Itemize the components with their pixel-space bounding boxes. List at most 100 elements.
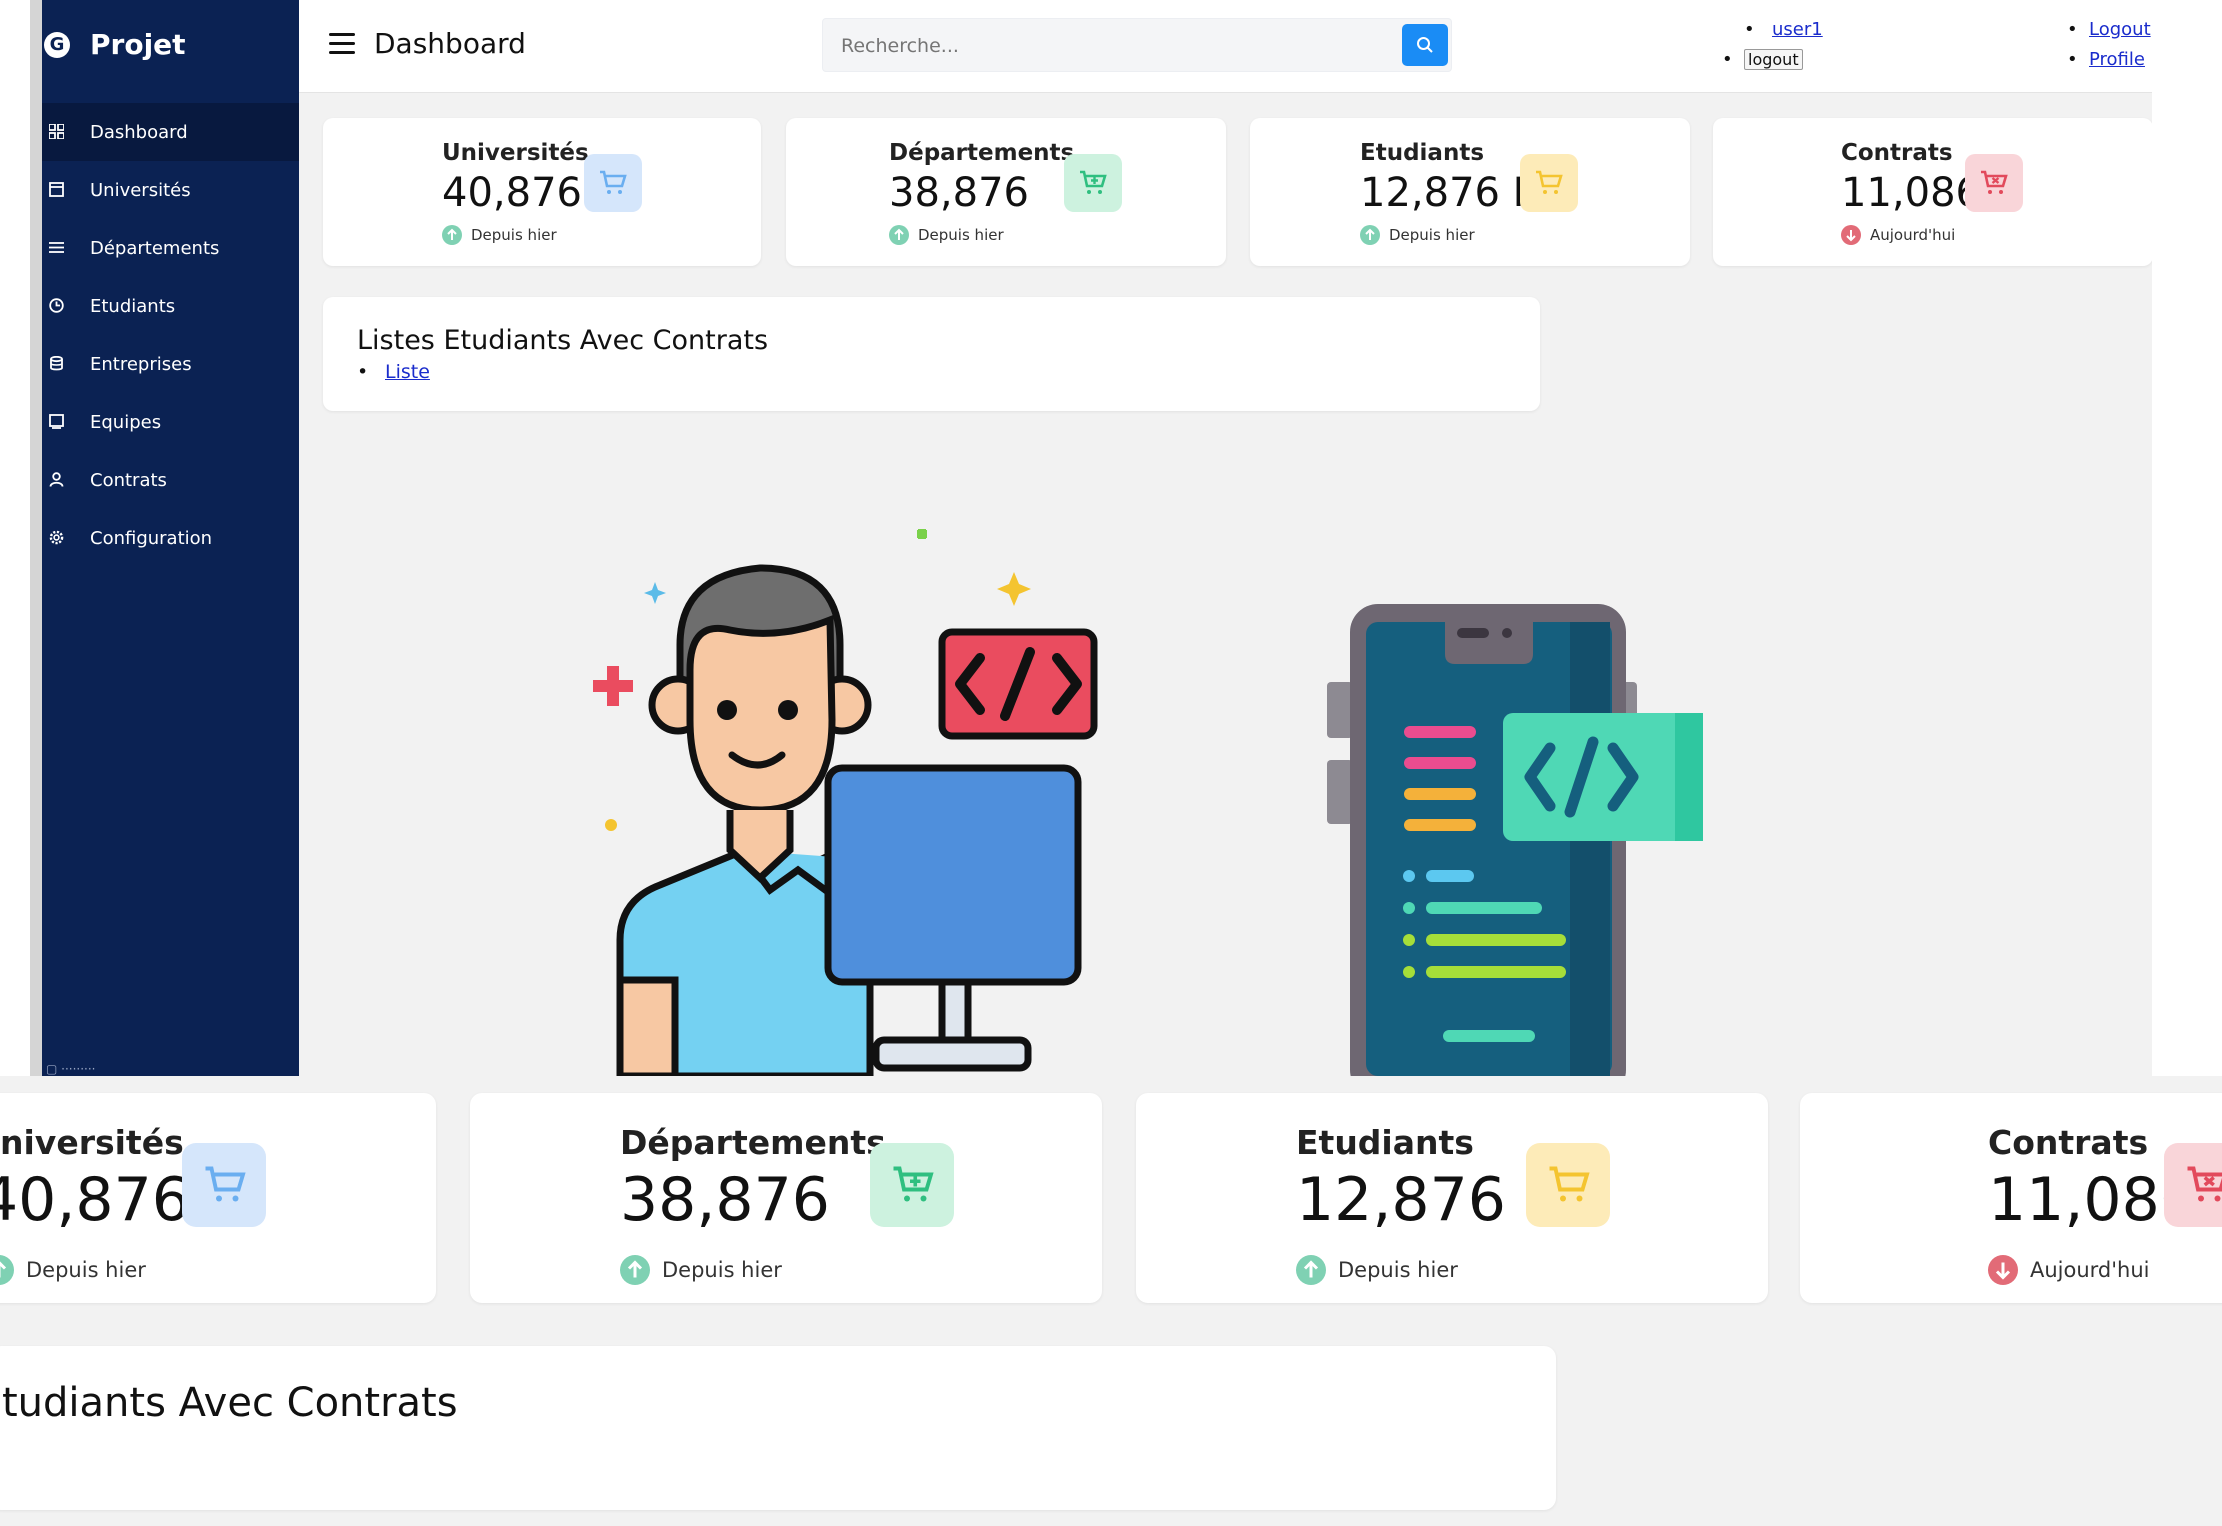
- dashboard-zoomed-view: niversités 40,876 Depuis hier Départemen…: [0, 1076, 2222, 1526]
- sidebar-nav: Dashboard Universités Départements Etudi…: [42, 103, 299, 567]
- sidebar-item-equipes[interactable]: Equipes: [42, 393, 299, 451]
- card-trend-label: Aujourd'hui: [1870, 226, 1956, 244]
- brand-logo-icon: G: [44, 32, 70, 58]
- sidebar-item-universites[interactable]: Universités: [42, 161, 299, 219]
- cart-remove-icon: [1981, 170, 2008, 194]
- cart-plus-icon: [1080, 170, 1107, 194]
- brand-name: Projet: [90, 28, 186, 61]
- cart-icon: [600, 170, 627, 194]
- database-icon: [48, 355, 64, 372]
- search-button[interactable]: [1402, 24, 1448, 66]
- sidebar-item-departements[interactable]: Départements: [42, 219, 299, 277]
- dashboard-window: G Projet Dashboard Universités Départeme…: [0, 0, 2152, 1076]
- card-title: Départements: [620, 1123, 886, 1162]
- stat-card-etudiants[interactable]: Etudiants 12,876 F Depuis hier: [1250, 118, 1690, 266]
- logout-button[interactable]: logout: [1744, 49, 1803, 70]
- card-value: 40,876: [442, 170, 582, 216]
- card-title: Contrats: [1988, 1123, 2149, 1162]
- sidebar-item-entreprises[interactable]: Entreprises: [42, 335, 299, 393]
- card-value: 38,876: [889, 170, 1029, 216]
- arrow-up-icon: [1360, 225, 1380, 245]
- stat-card-universites-zoomed[interactable]: niversités 40,876 Depuis hier: [0, 1093, 436, 1303]
- sidebar-item-dashboard[interactable]: Dashboard: [42, 103, 299, 161]
- students-contracts-panel: Listes Etudiants Avec Contrats Liste: [323, 297, 1540, 411]
- card-trend: Depuis hier: [889, 225, 1004, 245]
- list-icon: [48, 240, 64, 256]
- card-badge: [1520, 154, 1578, 212]
- account-link-item: Profile: [2067, 45, 2151, 75]
- card-trend-label: Depuis hier: [26, 1258, 146, 1282]
- username-link[interactable]: user1: [1772, 19, 1823, 40]
- mobile-code-illustration: [1327, 604, 1703, 1076]
- panel-link-item: Liste: [357, 361, 430, 383]
- card-badge: [1526, 1143, 1610, 1227]
- arrow-down-icon: [1841, 225, 1861, 245]
- stat-card-departements[interactable]: Départements 38,876 Depuis hier: [786, 118, 1226, 266]
- card-value: 12,876 F: [1360, 170, 1536, 216]
- cart-icon: [205, 1166, 246, 1202]
- building-icon: [48, 182, 64, 198]
- card-value: 12,876 F: [1296, 1165, 1560, 1235]
- developer-illustration: [593, 529, 1098, 1076]
- card-trend: Aujourd'hui: [1841, 225, 1955, 245]
- logout-link[interactable]: Logout: [2089, 19, 2151, 40]
- window-edge: [0, 0, 42, 1076]
- stat-card-contrats-zoomed[interactable]: Contrats 11,086 Aujourd'hui: [1800, 1093, 2222, 1303]
- sidebar-item-label: Entreprises: [90, 353, 192, 375]
- account-link-item: Logout: [2067, 15, 2151, 45]
- sidebar-item-label: Contrats: [90, 469, 167, 491]
- user-list: user1 logout: [1722, 15, 1825, 75]
- arrow-up-icon: [442, 225, 462, 245]
- card-trend: Depuis hier: [1296, 1255, 1458, 1285]
- card-trend-label: Depuis hier: [662, 1258, 782, 1282]
- card-badge: [870, 1143, 954, 1227]
- sidebar-item-contrats[interactable]: Contrats: [42, 451, 299, 509]
- cart-icon: [1536, 170, 1563, 194]
- gear-icon: [48, 530, 64, 546]
- card-title: Contrats: [1841, 140, 1953, 166]
- sidebar: G Projet Dashboard Universités Départeme…: [42, 0, 299, 1076]
- stat-card-universites[interactable]: Universités 40,876 Depuis hier: [323, 118, 761, 266]
- stat-card-departements-zoomed[interactable]: Départements 38,876 Depuis hier: [470, 1093, 1102, 1303]
- search-input[interactable]: [839, 19, 1403, 73]
- page-title: Dashboard: [374, 27, 526, 60]
- stat-card-etudiants-zoomed[interactable]: Etudiants 12,876 F Depuis hier: [1136, 1093, 1768, 1303]
- sidebar-item-label: Equipes: [90, 411, 162, 433]
- card-badge: [182, 1143, 266, 1227]
- panel-title: tudiants Avec Contrats: [2, 1380, 458, 1426]
- arrow-down-icon: [1988, 1255, 2018, 1285]
- sidebar-cut-item: ▢ ·········: [46, 1062, 96, 1076]
- hamburger-menu-icon[interactable]: [329, 33, 355, 55]
- card-title: niversités: [0, 1123, 184, 1162]
- card-title: Universités: [442, 140, 589, 166]
- card-trend: Depuis hier: [442, 225, 557, 245]
- user-list-item: logout: [1722, 45, 1803, 75]
- card-trend: Depuis hier: [620, 1255, 782, 1285]
- card-trend-label: Depuis hier: [1389, 226, 1475, 244]
- profile-link[interactable]: Profile: [2089, 49, 2145, 70]
- card-title: Etudiants: [1296, 1123, 1474, 1162]
- sidebar-item-label: Configuration: [90, 527, 213, 549]
- liste-link[interactable]: Liste: [385, 361, 430, 383]
- square-icon: [48, 414, 64, 430]
- card-trend-label: Depuis hier: [471, 226, 557, 244]
- stat-card-contrats[interactable]: Contrats 11,086 Aujourd'hui: [1713, 118, 2152, 266]
- arrow-up-icon: [1296, 1255, 1326, 1285]
- card-title: Etudiants: [1360, 140, 1485, 166]
- arrow-up-icon: [620, 1255, 650, 1285]
- sidebar-item-label: Dashboard: [90, 121, 188, 143]
- card-value: 11,086: [1841, 170, 1981, 216]
- sidebar-item-etudiants[interactable]: Etudiants: [42, 277, 299, 335]
- arrow-up-icon: [889, 225, 909, 245]
- arrow-up-icon: [0, 1255, 14, 1285]
- card-trend: Depuis hier: [0, 1255, 146, 1285]
- sidebar-item-configuration[interactable]: Configuration: [42, 509, 299, 567]
- card-trend-label: Aujourd'hui: [2030, 1258, 2150, 1282]
- students-contracts-panel-zoomed: tudiants Avec Contrats: [0, 1346, 1556, 1510]
- search-icon: [1417, 37, 1433, 53]
- brand[interactable]: G Projet: [42, 0, 299, 92]
- sidebar-item-label: Universités: [90, 179, 191, 201]
- account-links: Logout Profile: [2067, 15, 2151, 75]
- card-badge: [584, 154, 642, 212]
- sidebar-item-label: Départements: [90, 237, 220, 259]
